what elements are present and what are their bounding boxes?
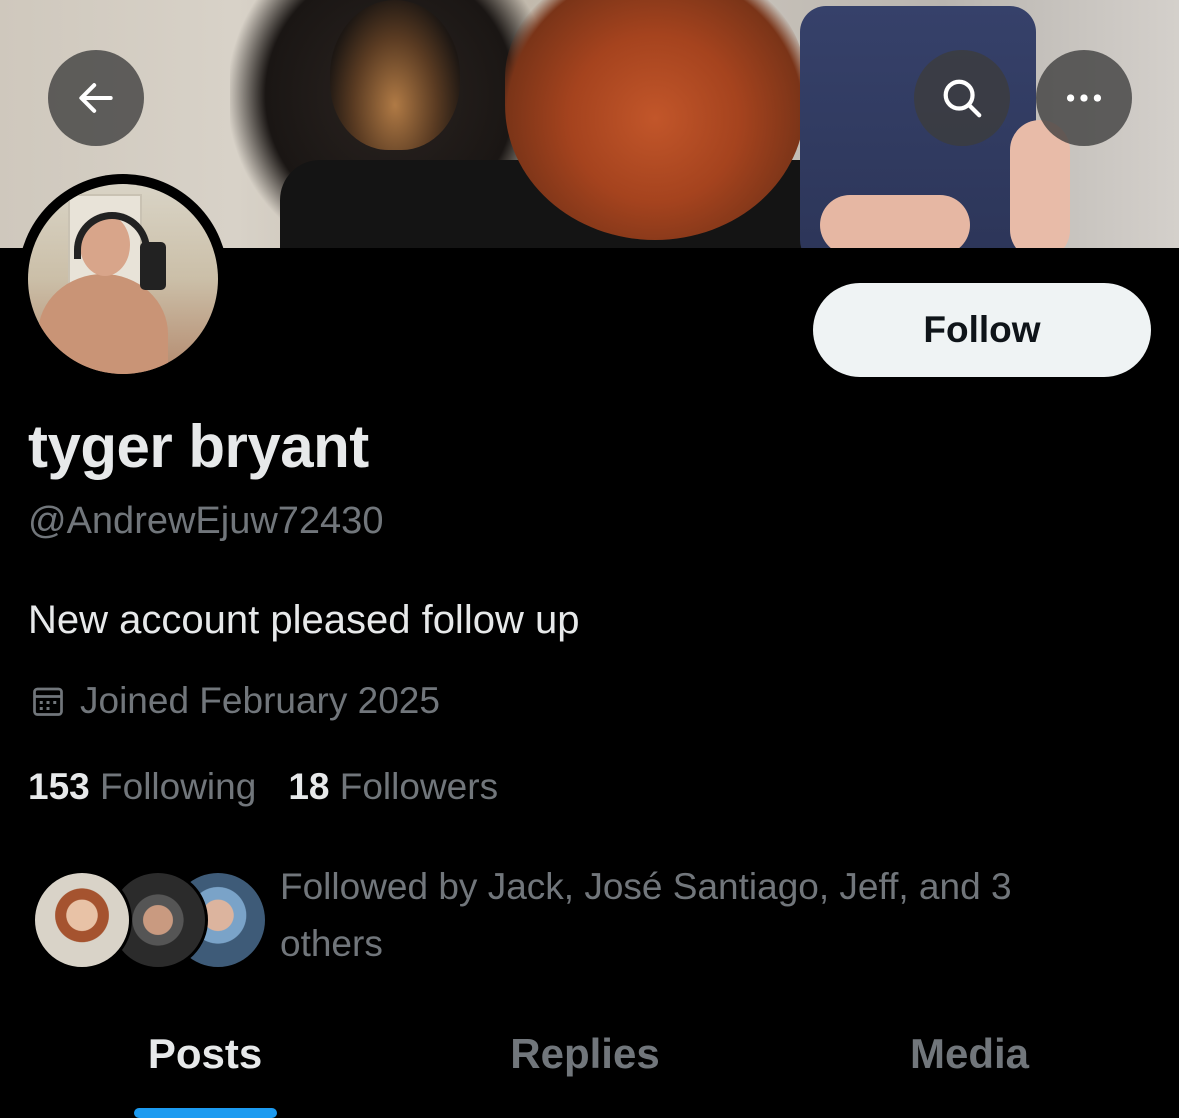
back-button[interactable] [48,50,144,146]
followers-link[interactable]: 18 Followers [288,766,498,808]
followed-by-text: Followed by Jack, José Santiago, Jeff, a… [280,866,1012,964]
followers-label: Followers [339,766,499,807]
user-handle: @AndrewEjuw72430 [28,500,384,542]
more-options-button[interactable] [1036,50,1132,146]
joined-text: Joined February 2025 [80,680,440,721]
banner-hand [820,195,970,248]
followed-by[interactable]: Followed by Jack, José Santiago, Jeff, a… [32,862,1152,972]
more-horizontal-icon [1066,94,1102,102]
tab-media[interactable]: Media [760,1010,1179,1118]
tab-replies[interactable]: Replies [410,1010,760,1118]
tab-posts[interactable]: Posts [0,1010,410,1118]
followers-count: 18 [288,766,330,807]
following-label: Following [100,766,257,807]
arrow-left-icon [79,83,113,113]
following-link[interactable]: 153 Following [28,766,256,808]
active-tab-indicator [134,1108,277,1118]
follower-avatar [32,870,132,970]
profile-tabs: Posts Replies Media [0,1010,1179,1118]
profile-avatar[interactable] [18,174,228,384]
search-button[interactable] [914,50,1010,146]
display-name: tyger bryant [28,413,369,480]
profile-bio: New account pleased follow up [28,598,580,642]
calendar-icon [33,687,63,716]
search-icon [943,79,982,118]
following-count: 153 [28,766,90,807]
joined-date: Joined February 2025 [30,680,440,722]
follow-button[interactable]: Follow [813,283,1151,377]
banner-dog-face [330,0,460,150]
avatar-image [28,184,218,374]
profile-stats: 153 Following 18 Followers [28,766,498,808]
